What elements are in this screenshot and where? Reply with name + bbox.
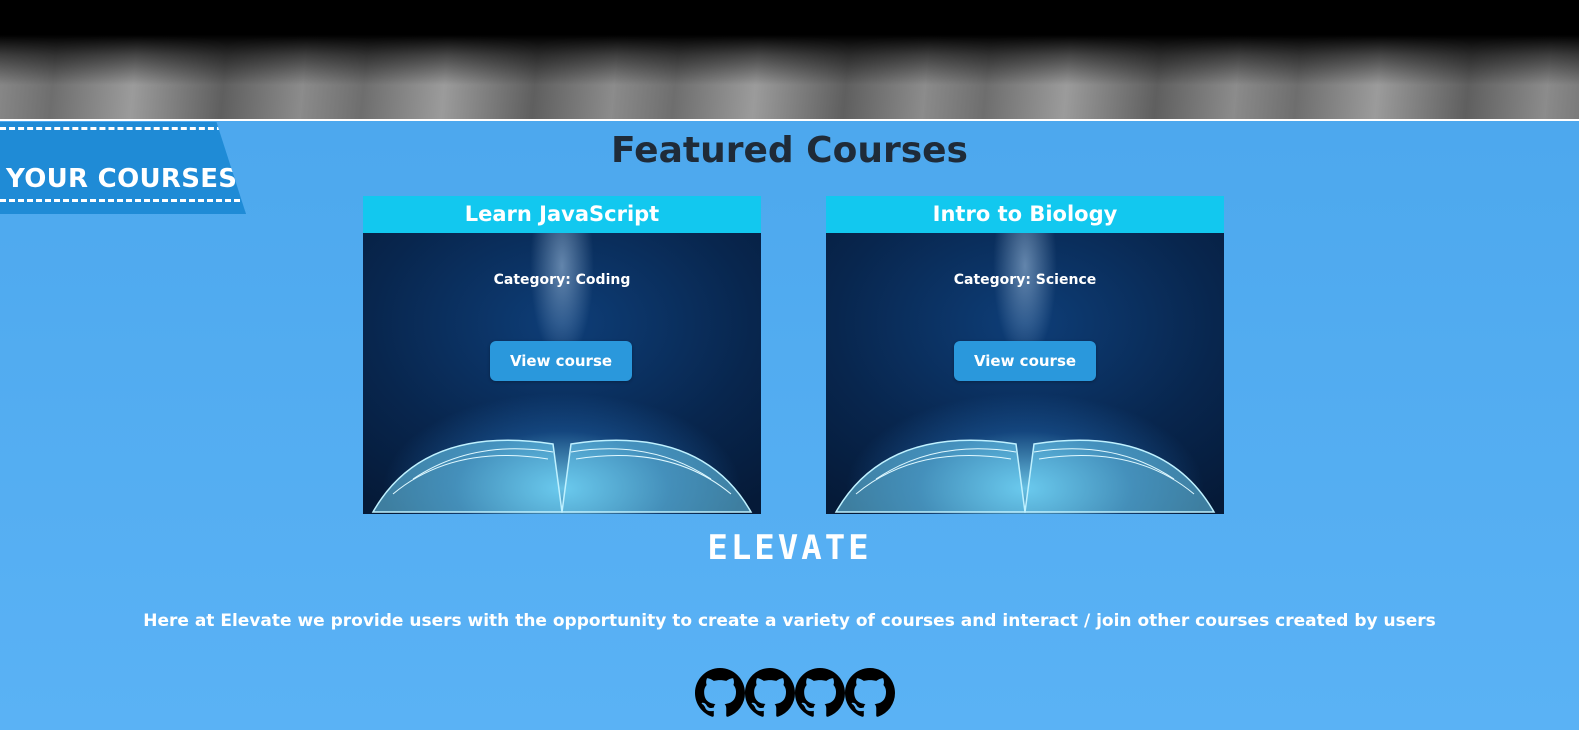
footer-tagline: Here at Elevate we provide users with th… [143, 611, 1436, 631]
course-category: Category: Science [953, 272, 1097, 288]
open-book-illustration [834, 439, 1216, 513]
github-icon[interactable] [795, 668, 845, 718]
course-card-title: Learn JavaScript [363, 196, 761, 233]
course-card-biology: Intro to Biology Category: Science View … [826, 196, 1224, 514]
course-card-title: Intro to Biology [826, 196, 1224, 233]
view-course-button[interactable]: View course [954, 341, 1096, 381]
hero-banner-image [0, 0, 1579, 121]
github-icon[interactable] [695, 668, 745, 718]
page-title: Featured Courses [611, 130, 968, 171]
course-card-javascript: Learn JavaScript Category: Coding View c… [363, 196, 761, 514]
course-category: Category: Coding [493, 272, 631, 288]
view-course-button[interactable]: View course [490, 341, 632, 381]
open-book-illustration [371, 439, 753, 513]
social-links [695, 668, 895, 720]
github-icon[interactable] [745, 668, 795, 718]
github-icon[interactable] [845, 668, 895, 718]
elevate-logo: ELEVATE [707, 528, 872, 568]
